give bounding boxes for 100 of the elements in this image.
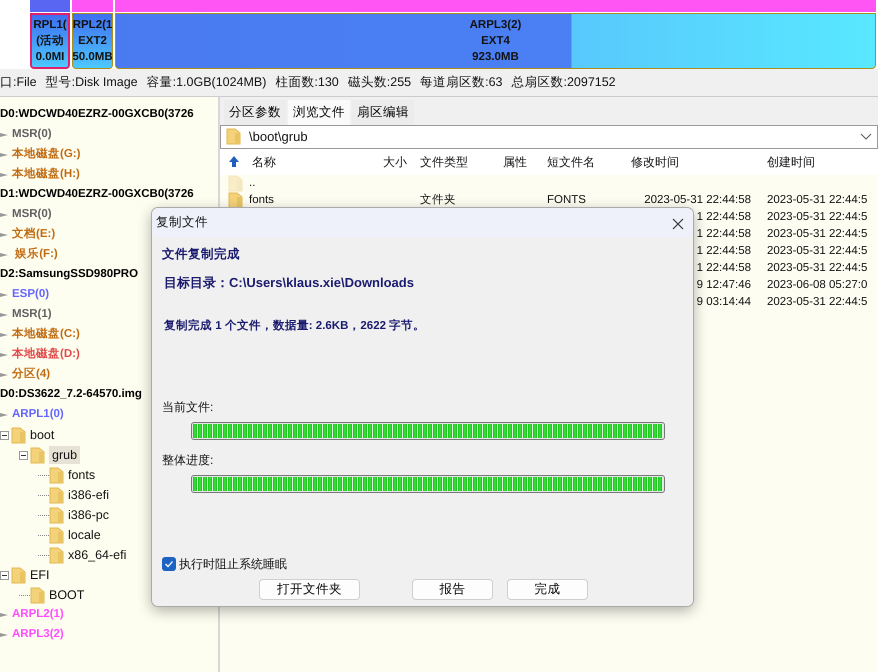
column-header[interactable]: 名称 xyxy=(252,152,276,171)
disk-info-text: 口:File xyxy=(0,74,37,92)
partition-label[interactable]: MSR(1) xyxy=(12,306,52,324)
folder-label[interactable]: BOOT xyxy=(49,586,84,604)
table-cell: 2023-05-31 22:44:5 xyxy=(767,262,868,274)
disk-label[interactable]: D0:DS3622_7.2-64570.img xyxy=(0,386,142,404)
partition-label[interactable]: ESP(0) xyxy=(12,286,50,304)
folder-icon xyxy=(30,586,45,604)
partition-label[interactable]: 本地磁盘(C:) xyxy=(12,326,80,344)
folder-icon xyxy=(228,192,243,209)
summary-text: 复制完成 1 个文件，数据量: 2.6KB，2622 字节。 xyxy=(164,318,426,334)
column-header[interactable]: 修改时间 xyxy=(626,152,762,171)
column-header[interactable]: 创建时间 xyxy=(762,152,878,171)
disk-label[interactable]: D0:WDCWD40EZRZ-00GXCB0(3726 xyxy=(0,106,194,124)
disk-info-text: 容量:1.0GB(1024MB) xyxy=(146,74,266,92)
partition-label[interactable]: MSR(0) xyxy=(12,126,52,144)
partition-label[interactable]: ARPL1(0) xyxy=(12,406,64,424)
disk-label[interactable]: D1:WDCWD40EZRZ-00GXCB0(3726 xyxy=(0,186,194,204)
arrow-icon xyxy=(0,291,8,299)
folder-icon xyxy=(49,526,64,544)
tab[interactable]: 浏览文件 xyxy=(288,100,350,125)
partition-block[interactable]: ARPL3(2) EXT4 923.0MB xyxy=(115,13,876,69)
folder-label[interactable]: i386-efi xyxy=(68,486,109,504)
disk-info-text: 柱面数:130 xyxy=(275,74,339,92)
target-directory-text: 目标目录：C:\Users\klaus.xie\Downloads xyxy=(164,274,415,292)
dialog-button[interactable]: 报告 xyxy=(412,578,493,600)
partition-label[interactable]: 文档(E:) xyxy=(12,226,56,244)
path-text: \boot\grub xyxy=(249,128,309,146)
arrow-icon xyxy=(0,311,8,319)
partition-label: 923.0MB xyxy=(472,50,519,65)
arrow-icon xyxy=(0,211,8,219)
arrow-icon xyxy=(0,171,8,179)
folder-label[interactable]: EFI xyxy=(30,566,50,584)
expander-icon[interactable] xyxy=(19,450,28,460)
arrow-icon xyxy=(0,331,8,339)
dialog-button[interactable]: 打开文件夹 xyxy=(259,578,360,600)
table-cell: 2023-05-31 22:44:5 xyxy=(767,296,868,308)
partition-label[interactable]: 娱乐(F:) xyxy=(12,246,58,264)
partition-label[interactable]: 本地磁盘(D:) xyxy=(12,346,80,364)
disk-label[interactable]: D2:SamsungSSD980PRO xyxy=(0,266,138,284)
folder-icon xyxy=(228,174,243,192)
table-cell: 9 12:47:46 xyxy=(696,278,751,291)
column-header[interactable]: 文件类型 xyxy=(413,152,498,171)
folder-icon xyxy=(11,566,26,584)
partition-label: EXT4 xyxy=(481,34,510,49)
partition-label: EXT2 xyxy=(78,34,107,49)
progress-label: 整体进度: xyxy=(162,452,214,468)
table-cell: 2023-05-31 22:44:5 xyxy=(767,228,868,240)
partition-label[interactable]: MSR(0) xyxy=(12,206,52,224)
partition-label[interactable]: 本地磁盘(G:) xyxy=(12,146,80,164)
arrow-icon xyxy=(0,351,8,359)
table-cell: 2023-05-31 22:44:5 xyxy=(767,244,868,257)
folder-icon xyxy=(30,446,45,464)
table-cell: 1 22:44:58 xyxy=(696,244,751,257)
partition-label[interactable]: 分区(4) xyxy=(12,366,50,384)
partition-label: ARPL3(2) xyxy=(470,18,522,33)
path-field[interactable]: \boot\grub xyxy=(220,124,878,149)
disk-info-text: 磁头数:255 xyxy=(348,74,412,92)
up-arrow-icon[interactable] xyxy=(228,155,240,168)
folder-icon xyxy=(49,506,64,524)
arrow-icon xyxy=(0,411,8,419)
checkbox-label: 执行时阻止系统睡眠 xyxy=(179,556,287,572)
column-header[interactable]: 短文件名 xyxy=(542,152,626,171)
folder-label[interactable]: i386-pc xyxy=(68,506,109,524)
table-cell: 2023-05-31 22:44:58 xyxy=(644,194,751,206)
expander-icon[interactable] xyxy=(0,570,9,580)
disk-info-text: 每道扇区数:63 xyxy=(420,74,502,92)
folder-label[interactable]: fonts xyxy=(68,466,96,484)
table-cell: 1 22:44:58 xyxy=(696,262,751,274)
table-cell: 1 22:44:58 xyxy=(696,210,751,223)
partition-block[interactable]: RPL1( (活动 0.0MI xyxy=(30,13,70,69)
dialog-button[interactable]: 完成 xyxy=(507,578,588,600)
table-cell: 9 03:14:44 xyxy=(696,296,751,308)
arrow-icon xyxy=(0,611,8,619)
folder-label[interactable]: locale xyxy=(68,526,101,544)
folder-label[interactable]: boot xyxy=(30,426,54,444)
folder-label[interactable]: x86_64-efi xyxy=(68,546,126,564)
file-name[interactable]: fonts xyxy=(249,192,274,209)
partition-label: RPL2(1 xyxy=(73,18,112,33)
partition-label: (活动 xyxy=(36,34,64,49)
chevron-down-icon[interactable] xyxy=(860,132,872,141)
table-cell: 2023-06-08 05:27:0 xyxy=(767,278,868,291)
partition-label: RPL1( xyxy=(33,18,67,33)
file-name[interactable]: .. xyxy=(249,174,256,192)
arrow-icon xyxy=(0,371,8,379)
folder-icon xyxy=(49,466,64,484)
table-cell: 2023-05-31 22:44:5 xyxy=(767,194,868,206)
expander-icon[interactable] xyxy=(0,430,9,440)
column-header[interactable]: 属性 xyxy=(498,152,542,171)
close-icon[interactable] xyxy=(672,218,684,230)
dialog-title: 复制文件 xyxy=(156,214,208,232)
arrow-icon xyxy=(0,631,8,639)
column-header[interactable]: 大小 xyxy=(360,152,413,171)
tab[interactable]: 扇区编辑 xyxy=(352,100,414,125)
partition-block[interactable]: RPL2(1 EXT2 50.0MB xyxy=(72,13,113,69)
tab[interactable]: 分区参数 xyxy=(224,100,286,125)
folder-label[interactable]: grub xyxy=(49,446,80,464)
arrow-icon xyxy=(0,151,8,159)
arrow-icon xyxy=(0,251,8,259)
partition-label[interactable]: 本地磁盘(H:) xyxy=(12,166,80,184)
